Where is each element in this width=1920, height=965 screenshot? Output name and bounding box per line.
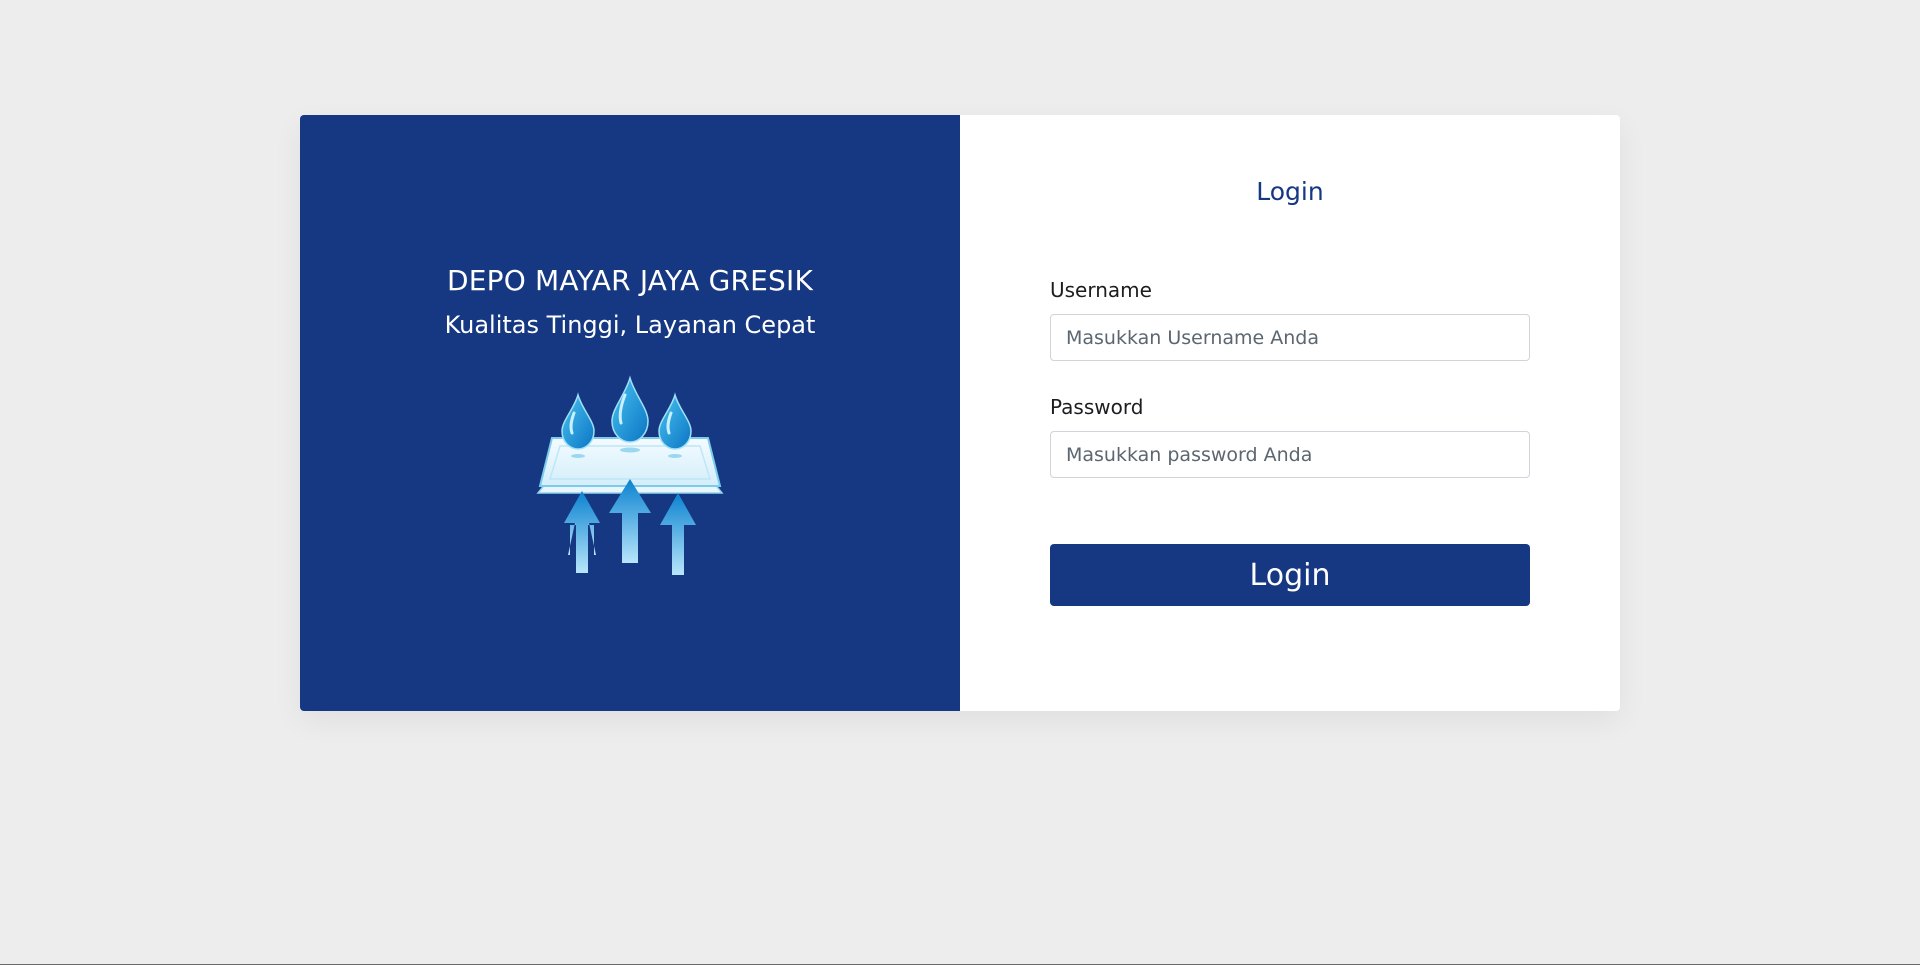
login-panel: Login Username Password Login [960,115,1620,711]
username-input[interactable] [1050,314,1530,361]
login-button[interactable]: Login [1050,544,1530,606]
username-label: Username [1050,278,1152,302]
brand-tagline: Kualitas Tinggi, Layanan Cepat [444,311,816,339]
password-label: Password [1050,395,1144,419]
password-input[interactable] [1050,431,1530,478]
brand-title: DEPO MAYAR JAYA GRESIK [446,264,814,297]
login-heading: Login [1256,177,1324,206]
brand-panel: DEPO MAYAR JAYA GRESIK Kualitas Tinggi, … [300,115,960,711]
water-filter-logo-icon [536,375,724,575]
login-card: DEPO MAYAR JAYA GRESIK Kualitas Tinggi, … [300,115,1620,711]
